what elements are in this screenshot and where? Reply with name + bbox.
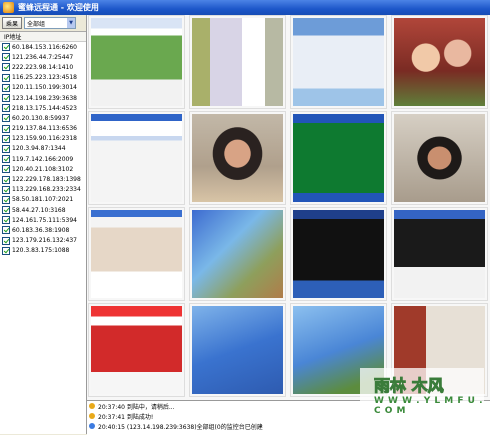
monitor-thumbnail[interactable] [290, 111, 387, 205]
checkbox[interactable] [2, 155, 10, 164]
ip-list-item[interactable]: 120.3.83.175:1088 [0, 246, 86, 256]
info-icon [89, 423, 95, 429]
monitor-thumbnail[interactable] [88, 303, 185, 397]
ip-address: 58.44.27.10:3168 [12, 206, 66, 214]
ip-address: 120.40.21.108:3102 [12, 165, 74, 173]
monitor-thumbnail[interactable] [290, 207, 387, 301]
monitor-grid [87, 15, 490, 400]
checkbox[interactable] [2, 175, 10, 184]
ip-list-item[interactable]: 60.183.36.38:1908 [0, 225, 86, 235]
ip-list-item[interactable]: 124.161.75.111:5394 [0, 215, 86, 225]
ip-list-item[interactable]: 60.20.130.8:59937 [0, 113, 86, 123]
checkbox[interactable] [2, 83, 10, 92]
ip-address: 124.161.75.111:5394 [12, 216, 78, 224]
ip-address: 218.13.175.144:4523 [12, 104, 78, 112]
ip-sidebar: 乘果 全部组 ▼ IP地址 60.184.153.116:6260 121.236… [0, 15, 87, 434]
monitor-thumbnail[interactable] [290, 15, 387, 109]
checkbox[interactable] [2, 226, 10, 235]
ip-list-item[interactable]: 120.40.21.108:3102 [0, 164, 86, 174]
checkbox[interactable] [2, 195, 10, 204]
watermark: 雨林 木风 W W W . Y L M F U . C O M [360, 368, 484, 428]
ip-address: 120.3.94.87:1344 [12, 145, 66, 153]
checkbox[interactable] [2, 73, 10, 82]
log-text: 20:37:40 到陆中，请稍后... [98, 403, 175, 411]
checkbox[interactable] [2, 43, 10, 52]
ip-address: 219.137.84.113:6536 [12, 125, 78, 133]
ip-address: 121.236.44.7:25447 [12, 53, 74, 61]
ip-address: 60.20.130.8:59937 [12, 114, 70, 122]
group-select-value: 全部组 [27, 20, 46, 28]
checkbox[interactable] [2, 185, 10, 194]
chevron-down-icon[interactable]: ▼ [67, 18, 76, 28]
checkbox[interactable] [2, 216, 10, 225]
ip-address: 123.14.198.239:3638 [12, 94, 78, 102]
info-icon [89, 403, 95, 409]
monitor-thumbnail[interactable] [88, 111, 185, 205]
sidebar-toolbar: 乘果 全部组 ▼ [0, 15, 86, 32]
monitor-thumbnail[interactable] [88, 207, 185, 301]
checkbox[interactable] [2, 236, 10, 245]
ip-list-item[interactable]: 116.25.223.123:4518 [0, 73, 86, 83]
checkbox[interactable] [2, 63, 10, 72]
monitor-thumbnail[interactable] [391, 15, 488, 109]
checkbox[interactable] [2, 114, 10, 123]
checkbox[interactable] [2, 53, 10, 62]
ip-list-item[interactable]: 119.7.142.166:2009 [0, 154, 86, 164]
ip-address: 58.50.181.107:2021 [12, 196, 74, 204]
watermark-brand: 雨林 木风 [374, 376, 445, 396]
checkbox[interactable] [2, 134, 10, 143]
watermark-url: W W W . Y L M F U . C O M [374, 396, 483, 416]
monitor-thumbnail[interactable] [391, 207, 488, 301]
log-text: 20:40:15 (123.14.198.239:3638)全部组(0的监控台已… [98, 423, 263, 431]
refresh-button[interactable]: 乘果 [2, 17, 23, 29]
ip-address: 60.183.36.38:1908 [12, 226, 70, 234]
monitor-thumbnail[interactable] [391, 111, 488, 205]
checkbox[interactable] [2, 124, 10, 133]
monitor-thumbnail[interactable] [189, 15, 286, 109]
ip-list: 60.184.153.116:6260 121.236.44.7:25447 222… [0, 42, 86, 256]
ip-address: 120.3.83.175:1088 [12, 247, 70, 255]
checkbox[interactable] [2, 246, 10, 255]
info-icon [89, 413, 95, 419]
group-select[interactable]: 全部组 ▼ [24, 17, 77, 29]
ip-address: 113.229.168.233:2334 [12, 186, 81, 194]
ip-list-item[interactable]: 218.13.175.144:4523 [0, 103, 86, 113]
ip-list-item[interactable]: 123.14.198.239:3638 [0, 93, 86, 103]
ip-address: 119.7.142.166:2009 [12, 155, 74, 163]
ip-list-item[interactable]: 121.236.44.7:25447 [0, 52, 86, 62]
ip-address: 120.11.150.199:3014 [12, 84, 78, 92]
ip-list-item[interactable]: 58.50.181.107:2021 [0, 195, 86, 205]
ip-address: 123.159.90.116:2318 [12, 135, 78, 143]
checkbox[interactable] [2, 144, 10, 153]
ip-list-item[interactable]: 120.11.150.199:3014 [0, 83, 86, 93]
ip-address: 116.25.223.123:4518 [12, 74, 78, 82]
ip-list-item[interactable]: 122.229.178.183:1398 [0, 174, 86, 184]
monitor-thumbnail[interactable] [189, 111, 286, 205]
ip-list-item[interactable]: 219.137.84.113:6536 [0, 124, 86, 134]
ip-address: 222.223.98.14:1410 [12, 63, 74, 71]
log-text: 20:37:41 到陆成功! [98, 413, 154, 421]
monitor-thumbnail[interactable] [88, 15, 185, 109]
ip-list-item[interactable]: 123.179.216.132:437 [0, 236, 86, 246]
ip-list-item[interactable]: 120.3.94.87:1344 [0, 144, 86, 154]
ip-list-item[interactable]: 222.223.98.14:1410 [0, 62, 86, 72]
ip-list-item[interactable]: 58.44.27.10:3168 [0, 205, 86, 215]
monitor-thumbnail[interactable] [189, 207, 286, 301]
ip-list-item[interactable]: 123.159.90.116:2318 [0, 134, 86, 144]
ip-address: 60.184.153.116:6260 [12, 43, 78, 51]
title-bar: 蜜蜂远程通 - 欢迎使用 [0, 0, 490, 15]
ip-list-item[interactable]: 60.184.153.116:6260 [0, 42, 86, 52]
ip-list-header: IP地址 [0, 32, 86, 42]
ip-address: 123.179.216.132:437 [12, 237, 78, 245]
checkbox[interactable] [2, 206, 10, 215]
window-title: 蜜蜂远程通 - 欢迎使用 [18, 3, 99, 12]
checkbox[interactable] [2, 104, 10, 113]
checkbox[interactable] [2, 165, 10, 174]
ip-address: 122.229.178.183:1398 [12, 176, 81, 184]
monitor-thumbnail[interactable] [189, 303, 286, 397]
checkbox[interactable] [2, 94, 10, 103]
ip-list-item[interactable]: 113.229.168.233:2334 [0, 185, 86, 195]
app-icon [3, 2, 14, 13]
